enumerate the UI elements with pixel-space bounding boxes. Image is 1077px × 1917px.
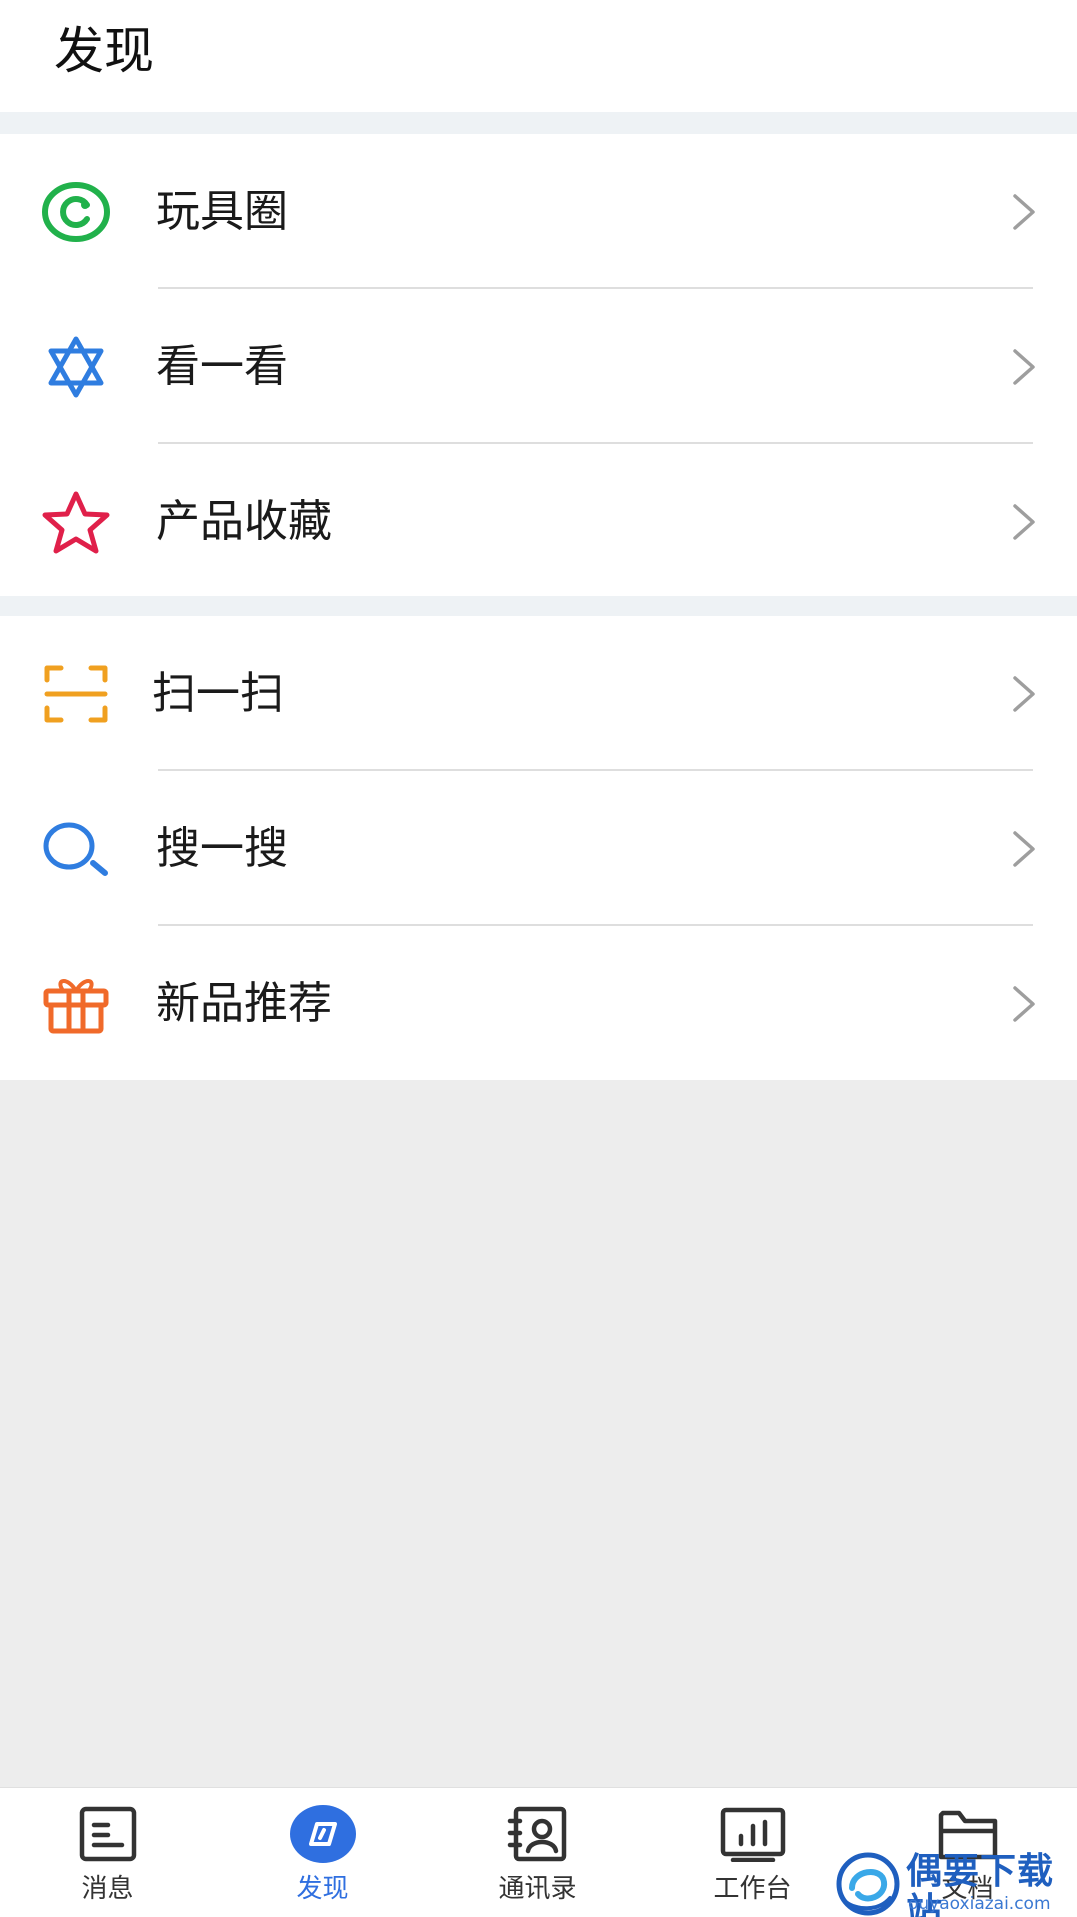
menu-item-label: 看一看 — [156, 341, 288, 392]
menu-item-label: 玩具圈 — [156, 186, 288, 237]
menu-item-toy-circle[interactable]: 玩具圈 — [0, 134, 1077, 289]
section-tools: 扫一扫 搜一搜 新品推荐 — [0, 616, 1077, 1080]
star-of-david-icon — [40, 333, 112, 401]
section-social: 玩具圈 看一看 产品收藏 — [0, 134, 1077, 596]
chevron-right-icon — [1011, 192, 1037, 232]
tab-contacts[interactable]: 通讯录 — [430, 1788, 645, 1917]
search-icon — [40, 815, 112, 883]
chevron-right-icon — [1011, 829, 1037, 869]
watermark: 偶要下载站 ouyaoxiazai.com — [836, 1850, 1077, 1917]
toy-circle-icon — [40, 178, 112, 246]
watermark-url: ouyaoxiazai.com — [908, 1894, 1051, 1914]
gift-icon — [40, 970, 112, 1038]
discover-page: 发现 玩具圈 看一看 产品收藏 扫一扫 搜一搜 新品推荐 消息 发现 通讯录 工… — [0, 0, 1077, 1917]
tab-label: 通讯录 — [498, 1874, 577, 1904]
tab-messages[interactable]: 消息 — [0, 1788, 215, 1917]
tab-label: 发现 — [296, 1874, 349, 1904]
watermark-logo-icon — [836, 1852, 900, 1916]
chevron-right-icon — [1011, 674, 1037, 714]
tab-label: 消息 — [81, 1874, 134, 1904]
scan-icon — [40, 660, 112, 728]
menu-item-label: 产品收藏 — [156, 496, 332, 547]
chevron-right-icon — [1011, 502, 1037, 542]
tab-label: 工作台 — [713, 1874, 792, 1904]
menu-item-label: 扫一扫 — [152, 668, 284, 719]
menu-item-look[interactable]: 看一看 — [0, 289, 1077, 444]
contacts-icon — [503, 1802, 573, 1866]
tab-discover[interactable]: 发现 — [215, 1788, 430, 1917]
chevron-right-icon — [1011, 347, 1037, 387]
section-gap — [0, 112, 1077, 134]
tab-workbench[interactable]: 工作台 — [645, 1788, 860, 1917]
message-icon — [73, 1802, 143, 1866]
star-outline-icon — [40, 488, 112, 556]
menu-item-label: 新品推荐 — [156, 978, 332, 1029]
header: 发现 — [0, 0, 1077, 112]
menu-item-search[interactable]: 搜一搜 — [0, 771, 1077, 926]
page-title: 发现 — [54, 22, 154, 80]
menu-item-new-products[interactable]: 新品推荐 — [0, 926, 1077, 1080]
menu-item-label: 搜一搜 — [156, 823, 288, 874]
compass-icon — [288, 1802, 358, 1866]
chevron-right-icon — [1011, 984, 1037, 1024]
workbench-icon — [718, 1802, 788, 1866]
section-gap — [0, 596, 1077, 616]
menu-item-favorites[interactable]: 产品收藏 — [0, 444, 1077, 596]
menu-item-scan[interactable]: 扫一扫 — [0, 616, 1077, 771]
